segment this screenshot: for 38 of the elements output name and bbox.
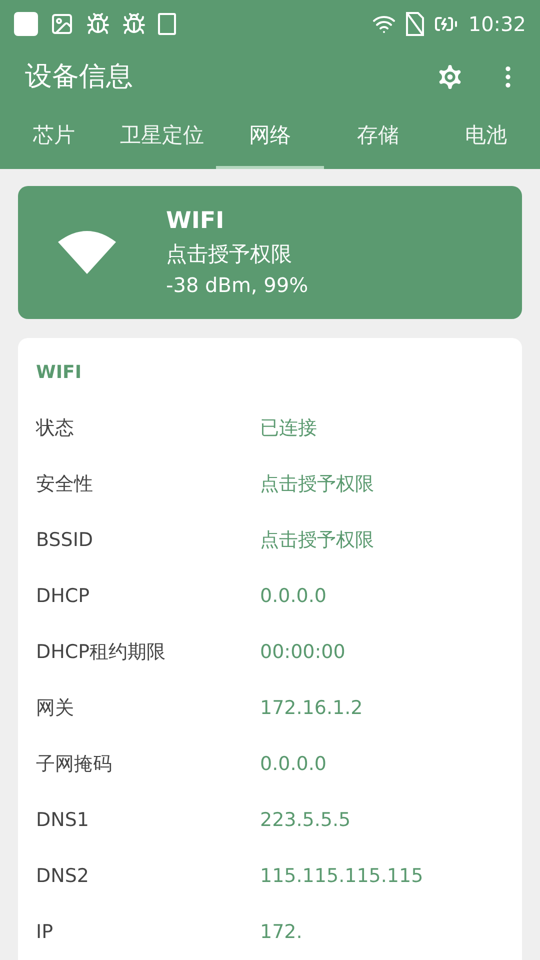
row-value: 115.115.115.115 <box>260 864 424 889</box>
bug-icon <box>122 12 146 36</box>
row-label: DHCP租约期限 <box>36 640 167 665</box>
wifi-signal-icon <box>58 228 116 276</box>
no-sim-icon <box>406 12 424 36</box>
row-value: 0.0.0.0 <box>260 584 326 609</box>
row-label: DHCP <box>36 584 91 609</box>
row-value: 已连接 <box>260 416 317 441</box>
row-label: IP <box>36 920 54 945</box>
tab[interactable]: 电池 <box>432 106 540 169</box>
tab[interactable]: 卫星定位 <box>108 106 216 169</box>
row-value: 点击授予权限 <box>260 472 374 497</box>
tab[interactable]: 芯片 <box>0 106 108 169</box>
row-label: 状态 <box>36 416 75 441</box>
row-label: DNS2 <box>36 864 90 889</box>
section-heading: WIFI <box>36 360 82 385</box>
card-subtitle: 点击授予权限 <box>166 240 293 268</box>
row-value: 172.16.1.2 <box>260 696 363 721</box>
row-label: 子网掩码 <box>36 752 113 777</box>
bug-icon <box>86 12 110 36</box>
row-value: 00:00:00 <box>260 640 346 665</box>
image-icon <box>50 12 74 36</box>
row-value: 点击授予权限 <box>260 528 374 553</box>
row-label: BSSID <box>36 528 94 553</box>
app-icon <box>14 12 38 36</box>
row-value: 223.5.5.5 <box>260 808 351 833</box>
tab[interactable]: 存储 <box>324 106 432 169</box>
row-value: 172. <box>260 920 302 945</box>
clock: 10:32 <box>468 11 526 38</box>
signal-reading: -38 dBm, 99% <box>166 272 308 300</box>
row-value: 0.0.0.0 <box>260 752 326 777</box>
card-title: WIFI <box>166 207 226 236</box>
row-label: DNS1 <box>36 808 90 833</box>
tab[interactable]: 网络 <box>216 106 324 169</box>
wifi-summary-card[interactable]: WIFI 点击授予权限 -38 dBm, 99% <box>18 186 522 320</box>
row-label: 安全性 <box>36 472 94 497</box>
app-title: 设备信息 <box>25 60 133 94</box>
row-label: 网关 <box>36 696 75 721</box>
